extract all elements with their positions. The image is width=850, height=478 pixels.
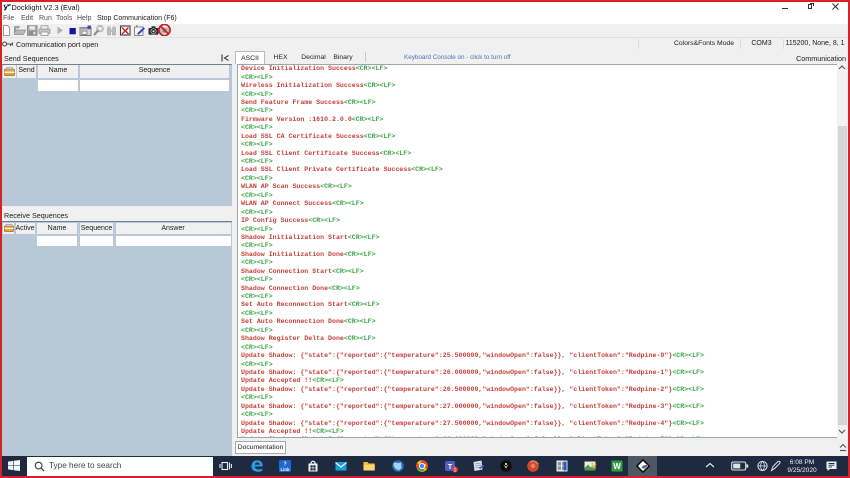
- svg-text:Link: Link: [280, 467, 290, 472]
- svg-text:W: W: [614, 462, 622, 471]
- svg-text:1: 1: [453, 467, 456, 473]
